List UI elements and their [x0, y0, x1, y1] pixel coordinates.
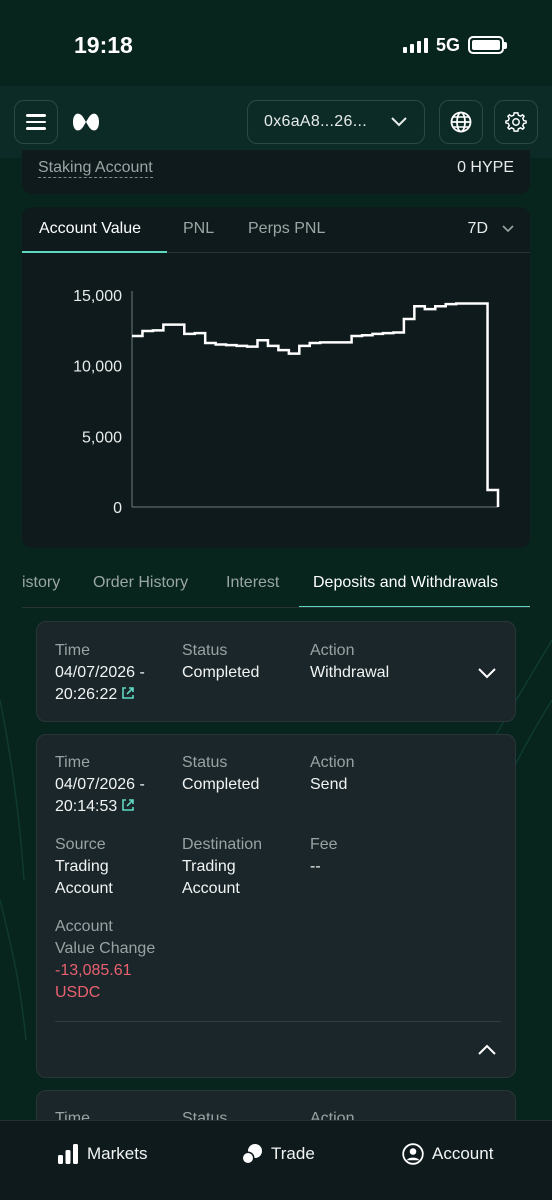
destination-field: Destination Trading Account [182, 834, 262, 900]
wallet-address-selector[interactable]: 0x6aA8...26... [247, 100, 425, 144]
external-link-icon[interactable] [121, 798, 135, 812]
language-button[interactable] [439, 100, 483, 144]
nav-trade-label: Trade [271, 1144, 315, 1163]
tab-perps-pnl[interactable]: Perps PNL [248, 220, 325, 238]
time-label: Time [55, 642, 90, 659]
tab-interest[interactable]: Interest [226, 574, 279, 592]
history-tabs: istory Order History Interest Deposits a… [22, 562, 530, 608]
status-indicators: 5G [402, 34, 507, 56]
bar-chart-icon [58, 1144, 78, 1164]
source-value-line2: Account [55, 880, 113, 897]
account-chart-card: Account Value PNL Perps PNL 7D 15,000 10,… [22, 207, 530, 548]
account-value-series-line [132, 302, 500, 507]
destination-value-line2: Account [182, 880, 240, 897]
fee-label: Fee [310, 836, 338, 853]
source-label: Source [55, 836, 106, 853]
user-circle-icon [402, 1143, 424, 1165]
staking-account-label[interactable]: Staking Account [38, 159, 153, 178]
status-value: Completed [182, 776, 260, 793]
y-tick-label: 5,000 [82, 429, 122, 446]
avc-label-line2: Value Change [55, 940, 156, 957]
account-value-chart: 15,000 10,000 5,000 0 [73, 288, 500, 517]
external-link-icon[interactable] [121, 686, 135, 700]
time-label: Time [55, 754, 90, 771]
time-field: Time 04/07/2026 - 20:14:53 [55, 752, 145, 818]
action-field: Action Withdrawal [310, 640, 389, 684]
action-label: Action [310, 754, 355, 771]
status-bar: 19:18 5G [0, 0, 552, 86]
settings-button[interactable] [494, 100, 538, 144]
fee-value: -- [310, 858, 321, 875]
action-value: Withdrawal [310, 664, 390, 681]
chevron-down-icon[interactable] [477, 666, 497, 680]
nav-markets[interactable]: Markets [57, 1143, 147, 1165]
avc-value: -13,085.61 [55, 962, 132, 979]
y-tick-label: 0 [113, 500, 122, 517]
time-field: Time 04/07/2026 - 20:26:22 [55, 640, 145, 706]
globe-icon [450, 111, 472, 133]
gear-icon [505, 112, 527, 132]
destination-label: Destination [182, 836, 263, 853]
y-tick-label: 10,000 [73, 359, 122, 376]
status-label: Status [182, 642, 228, 659]
hyperliquid-logo[interactable] [70, 108, 102, 136]
status-field: Status Completed [182, 752, 259, 796]
nav-account-label: Account [432, 1144, 494, 1163]
time-range-value: 7D [467, 220, 488, 237]
action-label: Action [310, 642, 355, 659]
app-header: 0x6aA8...26... [0, 86, 552, 158]
time-range-selector[interactable]: 7D [468, 220, 514, 238]
avc-unit: USDC [55, 984, 101, 1001]
wallet-address: 0x6aA8...26... [264, 113, 367, 130]
coins-icon [241, 1144, 262, 1165]
action-value: Send [310, 776, 348, 793]
status-time: 19:18 [74, 31, 133, 58]
battery-icon [468, 36, 507, 54]
status-field: Status Completed [182, 640, 259, 684]
bottom-navigation: Markets Trade Account [0, 1120, 552, 1200]
chevron-up-icon[interactable] [477, 1043, 497, 1057]
status-value: Completed [182, 664, 260, 681]
hamburger-icon [26, 110, 46, 134]
time-clock: 20:26:22 [55, 686, 118, 703]
menu-button[interactable] [14, 100, 58, 144]
staking-account-value: 0 HYPE [457, 159, 514, 176]
tab-trade-history[interactable]: istory [22, 574, 60, 592]
active-tab-indicator [299, 606, 530, 607]
chevron-down-icon [502, 225, 514, 233]
nav-account[interactable]: Account [402, 1143, 493, 1165]
source-field: Source Trading Account [55, 834, 113, 900]
tab-pnl[interactable]: PNL [183, 220, 214, 238]
avc-label-line1: Account [55, 918, 113, 935]
history-record[interactable]: Time 04/07/2026 - 20:14:53 Status Comple… [36, 734, 516, 1078]
destination-value-line1: Trading [182, 858, 236, 875]
tab-deposits-withdrawals[interactable]: Deposits and Withdrawals [313, 574, 498, 592]
source-value-line1: Trading [55, 858, 109, 875]
chart-tabs: Account Value PNL Perps PNL 7D [22, 207, 530, 253]
action-field: Action Send [310, 752, 354, 796]
y-tick-label: 15,000 [73, 288, 122, 305]
tab-order-history[interactable]: Order History [93, 574, 188, 592]
tab-account-value[interactable]: Account Value [39, 220, 141, 238]
signal-icon [402, 37, 428, 53]
nav-markets-label: Markets [87, 1144, 148, 1163]
time-date: 04/07/2026 - [55, 664, 145, 681]
time-clock: 20:14:53 [55, 798, 118, 815]
history-record[interactable]: Time 04/07/2026 - 20:26:22 Status Comple… [36, 621, 516, 722]
network-type: 5G [435, 34, 460, 55]
divider [55, 1021, 501, 1022]
chevron-down-icon [391, 117, 407, 127]
account-value-change-field: Account Value Change -13,085.61 USDC [55, 916, 155, 1004]
fee-field: Fee -- [310, 834, 338, 878]
staking-account-row: Staking Account 0 HYPE [22, 150, 530, 194]
time-date: 04/07/2026 - [55, 776, 145, 793]
status-label: Status [182, 754, 228, 771]
nav-trade[interactable]: Trade [241, 1143, 315, 1165]
